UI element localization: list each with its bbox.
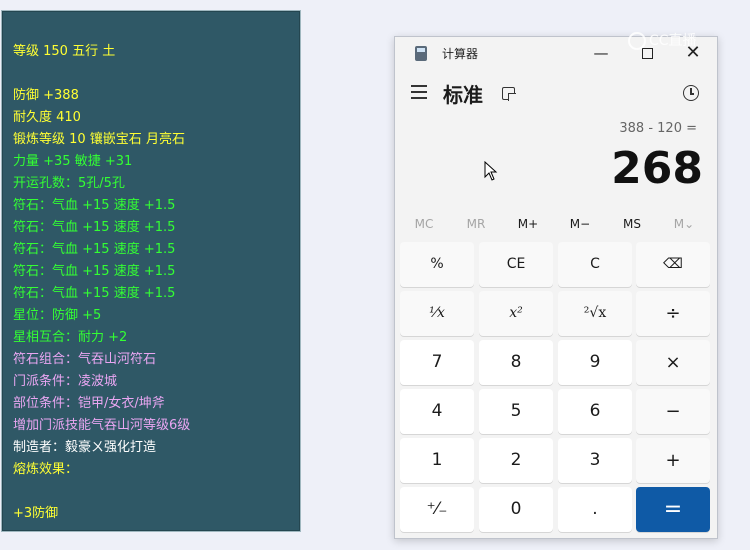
memory-store-button[interactable]: MS bbox=[606, 213, 658, 235]
tooltip-line-rune-4: 符石：气血 +15 速度 +1.5 bbox=[13, 264, 176, 279]
clear-key[interactable]: C bbox=[558, 242, 632, 287]
stream-watermark: CC直播 bbox=[628, 30, 697, 50]
navigation-menu-button[interactable] bbox=[411, 85, 427, 99]
negate-key[interactable]: ⁺⁄₋ bbox=[400, 487, 474, 532]
digit-7-key[interactable]: 7 bbox=[400, 340, 474, 385]
watermark-text: CC直播 bbox=[649, 33, 697, 49]
tooltip-line-rune-combo: 符石组合：气吞山河符石 bbox=[13, 352, 157, 367]
equals-key[interactable]: = bbox=[636, 487, 710, 532]
tooltip-line-forge: 锻炼等级 10 镶嵌宝石 月亮石 bbox=[13, 132, 185, 147]
tooltip-line-part-req: 部位条件：铠甲/女衣/坤斧 bbox=[13, 396, 165, 411]
decimal-key[interactable]: . bbox=[558, 487, 632, 532]
tooltip-line-rune-5: 符石：气血 +15 速度 +1.5 bbox=[13, 286, 176, 301]
digit-9-key[interactable]: 9 bbox=[558, 340, 632, 385]
reciprocal-key[interactable]: ¹⁄x bbox=[400, 291, 474, 336]
mouse-cursor-icon bbox=[484, 161, 498, 181]
digit-8-key[interactable]: 8 bbox=[479, 340, 553, 385]
memory-recall-button[interactable]: MR bbox=[450, 213, 502, 235]
tooltip-line-durability: 耐久度 410 bbox=[13, 110, 81, 125]
tooltip-line-smelt: 熔炼效果： bbox=[13, 462, 79, 477]
multiply-key[interactable]: × bbox=[636, 340, 710, 385]
tooltip-line-rune-2: 符石：气血 +15 速度 +1.5 bbox=[13, 220, 176, 235]
add-key[interactable]: + bbox=[636, 438, 710, 483]
divide-key[interactable]: ÷ bbox=[636, 291, 710, 336]
mode-title: 标准 bbox=[443, 83, 483, 107]
percent-key[interactable]: % bbox=[400, 242, 474, 287]
digit-0-key[interactable]: 0 bbox=[479, 487, 553, 532]
window-title: 计算器 bbox=[442, 47, 479, 61]
tooltip-line-skill-bonus: 增加门派技能气吞山河等级6级 bbox=[13, 418, 191, 433]
tooltip-line-maker: 制造者：毅豪ㄨ强化打造 bbox=[13, 440, 157, 455]
result-display: 268 bbox=[611, 143, 703, 194]
hamburger-icon bbox=[411, 85, 427, 87]
watermark-logo-icon bbox=[628, 32, 646, 50]
digit-6-key[interactable]: 6 bbox=[558, 389, 632, 434]
subtract-key[interactable]: − bbox=[636, 389, 710, 434]
digit-5-key[interactable]: 5 bbox=[479, 389, 553, 434]
minimize-button[interactable]: — bbox=[578, 37, 624, 69]
tooltip-line-slots: 开运孔数：5孔/5孔 bbox=[13, 176, 125, 191]
memory-subtract-button[interactable]: M− bbox=[554, 213, 606, 235]
backspace-key[interactable]: ⌫ bbox=[636, 242, 710, 287]
digit-1-key[interactable]: 1 bbox=[400, 438, 474, 483]
tooltip-line-defense: 防御 +388 bbox=[13, 88, 79, 103]
digit-2-key[interactable]: 2 bbox=[479, 438, 553, 483]
expression-display: 388 - 120 = bbox=[619, 121, 697, 136]
square-key[interactable]: x² bbox=[479, 291, 553, 336]
tooltip-line-level: 等级 150 五行 土 bbox=[13, 44, 116, 59]
item-tooltip-panel: 等级 150 五行 土 防御 +388 耐久度 410 锻炼等级 10 镶嵌宝石… bbox=[1, 10, 301, 532]
tooltip-line-smelt-bonus: +3防御 bbox=[13, 506, 59, 521]
memory-add-button[interactable]: M+ bbox=[502, 213, 554, 235]
digit-3-key[interactable]: 3 bbox=[558, 438, 632, 483]
calculator-app-icon bbox=[415, 46, 427, 61]
tooltip-line-star: 星位：防御 +5 bbox=[13, 308, 102, 323]
digit-4-key[interactable]: 4 bbox=[400, 389, 474, 434]
tooltip-line-rune-1: 符石：气血 +15 速度 +1.5 bbox=[13, 198, 176, 213]
square-root-key[interactable]: ²√x bbox=[558, 291, 632, 336]
calculator-window: 计算器 — ✕ 标准 388 - 120 = 268 MC MR M+ M− M… bbox=[394, 36, 718, 539]
history-icon[interactable] bbox=[683, 85, 699, 101]
clear-entry-key[interactable]: CE bbox=[479, 242, 553, 287]
tooltip-line-rune-3: 符石：气血 +15 速度 +1.5 bbox=[13, 242, 176, 257]
tooltip-line-star-combo: 星相互合：耐力 +2 bbox=[13, 330, 128, 345]
tooltip-line-stats: 力量 +35 敏捷 +31 bbox=[13, 154, 133, 169]
memory-list-button[interactable]: M⌄ bbox=[658, 213, 710, 235]
memory-clear-button[interactable]: MC bbox=[398, 213, 450, 235]
tooltip-line-school-req: 门派条件：凌波城 bbox=[13, 374, 118, 389]
keep-on-top-icon[interactable] bbox=[502, 87, 516, 101]
